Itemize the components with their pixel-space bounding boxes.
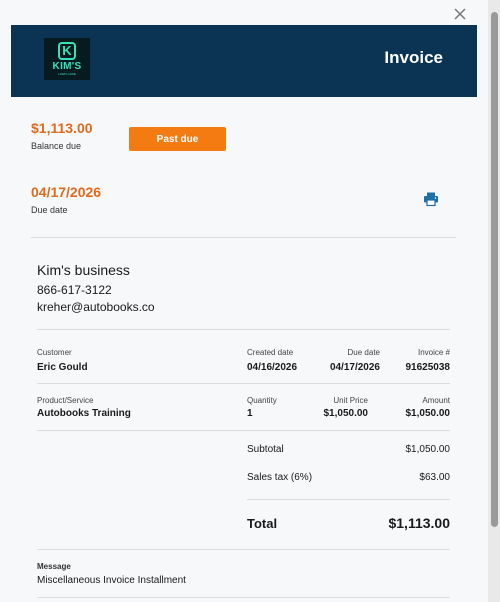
due-date-value: 04/17/2026 (31, 184, 102, 200)
sales-tax-value: $63.00 (419, 472, 450, 483)
product-label: Product/Service (37, 396, 94, 405)
page-title: Invoice (384, 48, 443, 67)
scrollbar-thumb[interactable] (491, 12, 498, 527)
total-label: Total (247, 516, 278, 531)
past-due-button[interactable]: Past due (129, 127, 226, 151)
balance-label: Balance due (31, 141, 82, 151)
section-divider (37, 329, 450, 330)
close-icon[interactable] (450, 4, 470, 24)
message-label: Message (37, 562, 71, 571)
created-date-value: 04/16/2026 (247, 362, 298, 373)
customer-value: Eric Gould (37, 362, 88, 373)
quantity-label: Quantity (247, 396, 277, 405)
section-divider (37, 597, 450, 598)
message-text: Miscellaneous Invoice Installment (37, 575, 186, 586)
logo-subtitle: LAWN CARE (58, 72, 76, 76)
section-divider (37, 549, 450, 550)
invoice-number-value: 91625038 (405, 362, 451, 373)
totals-divider (247, 499, 450, 500)
amount-label: Amount (422, 396, 450, 405)
logo-name: KIM'S (52, 61, 82, 72)
details-due-date-value: 04/17/2026 (329, 362, 380, 373)
invoice-header: K KIM'S LAWN CARE Invoice (11, 25, 477, 97)
total-value: $1,113.00 (388, 515, 450, 531)
business-phone: 866-617-3122 (37, 283, 112, 297)
details-due-date-label: Due date (347, 348, 380, 357)
subtotal-value: $1,050.00 (405, 444, 451, 455)
unit-price-value: $1,050.00 (323, 408, 369, 419)
business-logo: K KIM'S LAWN CARE (44, 38, 90, 80)
amount-value: $1,050.00 (405, 408, 451, 419)
scrollbar-track[interactable] (488, 0, 500, 602)
due-date-label: Due date (31, 205, 68, 215)
subtotal-label: Subtotal (247, 444, 284, 455)
business-email: kreher@autobooks.co (37, 300, 155, 314)
unit-price-label: Unit Price (333, 396, 368, 405)
section-divider (37, 430, 450, 431)
sales-tax-label: Sales tax (6%) (247, 472, 313, 483)
section-divider (31, 237, 456, 238)
invoice-modal: K KIM'S LAWN CARE Invoice $1,113.00 Bala… (0, 0, 488, 602)
balance-amount: $1,113.00 (31, 120, 93, 136)
logo-mark: K (58, 42, 76, 60)
quantity-value: 1 (247, 408, 253, 419)
customer-label: Customer (37, 348, 72, 357)
created-date-label: Created date (247, 348, 294, 357)
business-name: Kim's business (37, 262, 130, 278)
printer-icon[interactable] (423, 191, 439, 207)
product-value: Autobooks Training (37, 408, 131, 419)
invoice-number-label: Invoice # (417, 348, 450, 357)
section-divider (37, 383, 450, 384)
